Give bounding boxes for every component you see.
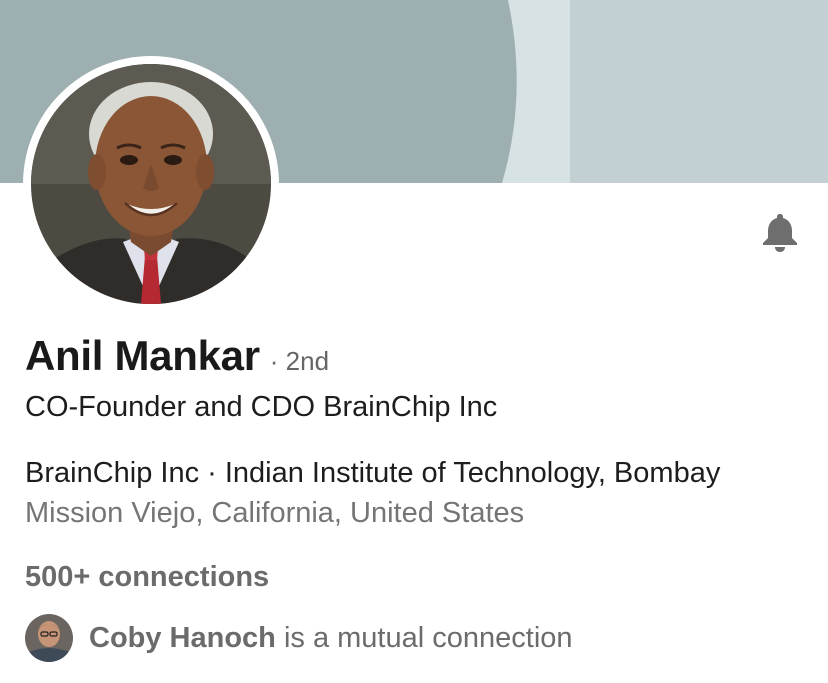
profile-headline: CO-Founder and CDO BrainChip Inc	[25, 391, 498, 423]
profile-photo[interactable]	[23, 56, 279, 312]
profile-location: Mission Viejo, California, United States	[25, 497, 525, 529]
mutual-text: Coby Hanoch is a mutual connection	[89, 622, 573, 655]
connections-count[interactable]: 500+ connections	[25, 561, 269, 594]
current-positions[interactable]: BrainChip Inc · Indian Institute of Tech…	[25, 457, 720, 490]
name-row: Anil Mankar · 2nd	[25, 332, 329, 388]
mutual-name: Coby Hanoch	[89, 621, 276, 654]
mutual-connection[interactable]: Coby Hanoch is a mutual connection	[25, 612, 573, 664]
bell-icon[interactable]	[758, 210, 802, 254]
mutual-avatar	[25, 614, 73, 662]
mutual-suffix: is a mutual connection	[275, 621, 573, 654]
profile-name: Anil Mankar	[25, 332, 260, 379]
connection-degree: · 2nd	[269, 346, 330, 376]
